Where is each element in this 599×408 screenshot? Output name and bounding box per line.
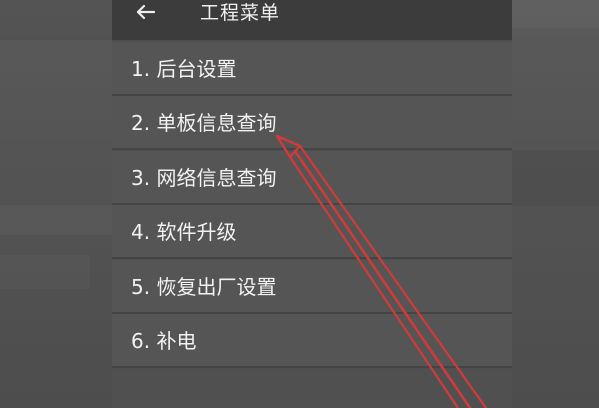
arrow-left-icon-glyph <box>136 4 156 20</box>
background-strip <box>512 150 599 206</box>
menu-item-software-upgrade[interactable]: 4. 软件升级 <box>112 205 512 260</box>
engineering-menu-list: 1. 后台设置 2. 单板信息查询 3. 网络信息查询 4. 软件升级 5. 恢… <box>112 42 512 368</box>
menu-item-label: 4. 软件升级 <box>131 220 237 245</box>
menu-item-factory-reset[interactable]: 5. 恢复出厂设置 <box>112 259 512 314</box>
menu-item-label: 6. 补电 <box>131 328 197 353</box>
engineering-menu-dialog: 工程菜单 1. 后台设置 2. 单板信息查询 3. 网络信息查询 4. 软件升级… <box>112 0 512 408</box>
menu-item-network-info-query[interactable]: 3. 网络信息查询 <box>112 150 512 205</box>
dialog-title: 工程菜单 <box>200 2 281 24</box>
background-strip <box>0 205 112 235</box>
background-strip <box>0 0 112 40</box>
menu-item-label: 1. 后台设置 <box>131 57 237 81</box>
menu-item-board-info-query[interactable]: 2. 单板信息查询 <box>112 96 512 151</box>
arrow-left-icon[interactable] <box>134 0 158 26</box>
dialog-empty-area <box>112 370 512 408</box>
menu-item-label: 3. 网络信息查询 <box>131 165 277 190</box>
menu-item-label: 5. 恢复出厂设置 <box>131 274 277 299</box>
background-strip <box>0 255 90 289</box>
dialog-header: 工程菜单 <box>112 0 512 40</box>
background-strip <box>512 0 599 28</box>
menu-item-label: 2. 单板信息查询 <box>131 111 277 136</box>
menu-item-background-settings[interactable]: 1. 后台设置 <box>112 42 512 96</box>
menu-item-battery-recharge[interactable]: 6. 补电 <box>112 313 512 368</box>
menu-divider <box>112 365 512 368</box>
